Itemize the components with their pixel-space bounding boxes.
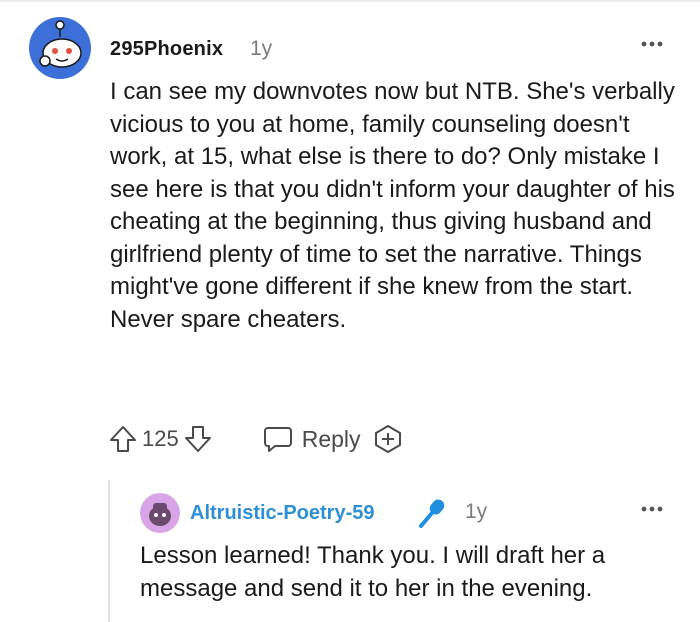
avatar[interactable]	[29, 17, 91, 79]
reply-username[interactable]: Altruistic-Poetry-59	[190, 502, 375, 525]
award-plus-icon[interactable]	[373, 424, 403, 454]
comment-username[interactable]: 295Phoenix	[110, 38, 223, 61]
avatar[interactable]	[140, 493, 180, 533]
more-options-icon[interactable]	[640, 503, 664, 515]
reply-age: 1y	[465, 500, 488, 523]
microphone-icon	[419, 499, 445, 528]
comment-body: I can see my downvotes now but NTB. She'…	[110, 78, 675, 333]
comment-actions: 125 Reply	[108, 421, 403, 457]
reply-body: Lesson learned! Thank you. I will draft …	[140, 542, 606, 602]
upvote-arrow-icon[interactable]	[108, 424, 138, 454]
downvote-arrow-icon[interactable]	[183, 424, 213, 454]
thread-line[interactable]	[108, 480, 110, 622]
more-options-icon[interactable]	[640, 38, 664, 50]
top-divider	[0, 0, 700, 2]
reply-button[interactable]: Reply	[263, 424, 361, 454]
comment-age: 1y	[250, 37, 273, 60]
reply-label: Reply	[301, 425, 361, 452]
vote-score: 125	[142, 426, 179, 451]
speech-bubble-icon	[263, 427, 292, 452]
